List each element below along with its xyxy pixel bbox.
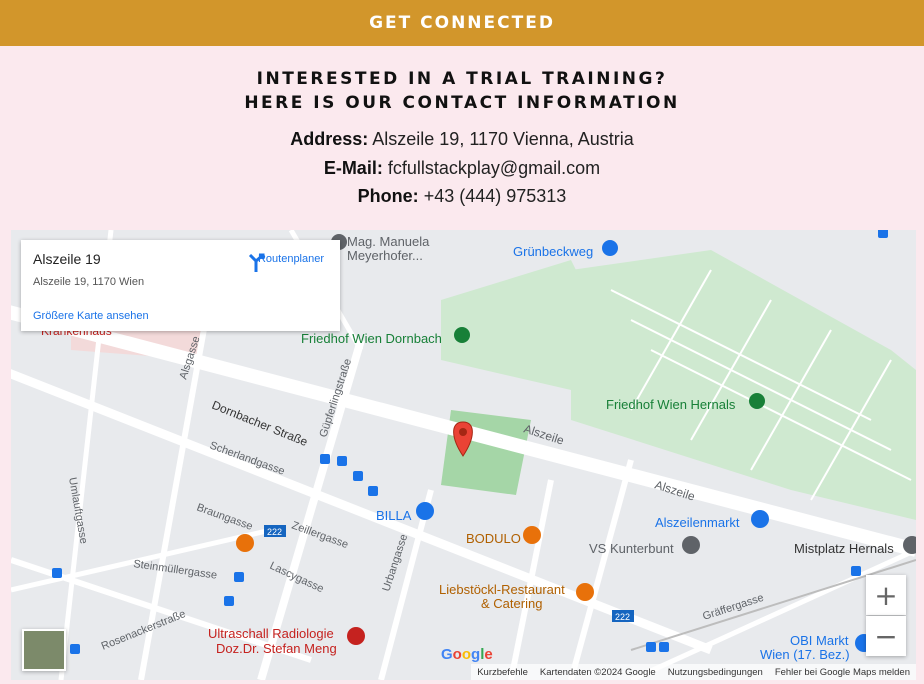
label-billa: BILLA [376,508,412,523]
label-manuela-1: Mag. Manuela [347,234,430,249]
bus-stop-icon[interactable] [353,471,363,481]
map-data-text: Kartendaten ©2024 Google [539,666,656,678]
keyboard-shortcuts-link[interactable]: Kurzbefehle [477,667,528,678]
address-label: Address: [290,129,369,149]
terms-link[interactable]: Nutzungsbedingungen [668,667,763,678]
label-gruenbeckweg: Grünbeckweg [513,244,593,259]
shopping-cart-icon[interactable] [416,502,434,520]
bus-stop-icon[interactable] [646,642,656,652]
shopping-cart-icon[interactable] [751,510,769,528]
label-alszeilenmarkt: Alszeilenmarkt [655,515,740,530]
label-rosenacker: Rosenackerstraße [100,608,188,653]
address-value: Alszeile 19, 1170 Vienna, Austria [372,129,634,149]
label-liebstoeckl-1: Liebstöckl-Restaurant [439,582,565,597]
label-obi-1: OBI Markt [790,633,849,648]
hospital-icon[interactable] [347,627,365,645]
place-info-card: Alszeile 19 Alszeile 19, 1170 Wien Route… [21,240,340,331]
phone-label: Phone: [357,186,419,206]
bus-stop-icon[interactable] [368,486,378,496]
place-title: Alszeile 19 [33,251,101,267]
label-dornbacher: Dornbacher Straße [210,398,310,449]
label-ultraschall-2: Doz.Dr. Stefan Meng [216,641,337,656]
minor-road-6 [568,459,634,680]
camera-icon[interactable] [602,240,618,256]
label-kunterbunt: VS Kunterbunt [589,541,674,556]
bus-stop-icon[interactable] [70,644,80,654]
bus-stop-icon[interactable] [851,566,861,576]
restaurant-icon[interactable] [523,526,541,544]
restaurant-icon[interactable] [576,583,594,601]
address-line: Address: Alszeile 19, 1170 Vienna, Austr… [0,129,924,150]
bus-route-label: 222 [267,527,282,537]
phone-value[interactable]: +43 (444) 975313 [424,186,567,206]
heading-line-2: HERE IS OUR CONTACT INFORMATION [244,93,680,113]
school-icon[interactable] [682,536,700,554]
label-bodulo: BODULO [466,531,521,546]
label-braungasse: Braungasse [195,502,254,533]
zoom-out-button[interactable]: − [866,616,906,656]
satellite-layer-toggle[interactable] [22,629,66,671]
label-mistplatz: Mistplatz Hernals [794,541,894,556]
label-friedhof-hernals: Friedhof Wien Hernals [606,397,736,412]
map-footer: Kurzbefehle Kartendaten ©2024 Google Nut… [471,664,916,680]
email-line: E-Mail: fcfullstackplay@gmail.com [0,158,924,179]
bus-stop-icon[interactable] [234,572,244,582]
email-value[interactable]: fcfullstackplay@gmail.com [388,158,600,178]
label-umlauftgasse: Umlauftgasse [66,476,89,544]
larger-map-link[interactable]: Größere Karte ansehen [33,310,149,322]
bus-stop-icon[interactable] [337,456,347,466]
bus-stop-icon[interactable] [878,230,888,238]
bus-route-label: 222 [615,612,630,622]
label-manuela-2: Meyerhofer... [347,248,423,263]
label-liebstoeckl-2: & Catering [481,596,542,611]
label-friedhof-dornbach: Friedhof Wien Dornbach [301,331,442,346]
directions-icon [248,253,265,272]
bus-stop-icon[interactable] [659,642,669,652]
contact-heading: INTERESTED IN A TRIAL TRAINING? HERE IS … [0,67,924,115]
heading-line-1: INTERESTED IN A TRIAL TRAINING? [256,69,668,89]
cemetery-icon[interactable] [749,393,765,409]
restaurant-icon[interactable] [236,534,254,552]
bus-stop-icon[interactable] [224,596,234,606]
bus-stop-icon[interactable] [52,568,62,578]
directions-button[interactable]: Routenplaner [246,252,336,272]
banner-title: GET CONNECTED [369,13,555,33]
report-error-link[interactable]: Fehler bei Google Maps melden [775,667,910,678]
google-logo: Google [441,646,493,663]
cemetery-icon[interactable] [454,327,470,343]
zoom-in-button[interactable]: + [866,575,906,615]
label-obi-2: Wien (17. Bez.) [760,647,850,662]
bus-stop-icon[interactable] [320,454,330,464]
phone-line: Phone: +43 (444) 975313 [0,186,924,207]
section-banner: GET CONNECTED [0,0,924,46]
email-label: E-Mail: [323,158,383,178]
label-steinmueller: Steinmüllergasse [133,558,218,582]
embedded-map[interactable]: Mag. Manuela Meyerhofer... Grünbeckweg F… [11,230,916,680]
place-address: Alszeile 19, 1170 Wien [33,276,145,288]
label-ultraschall-1: Ultraschall Radiologie [208,626,334,641]
